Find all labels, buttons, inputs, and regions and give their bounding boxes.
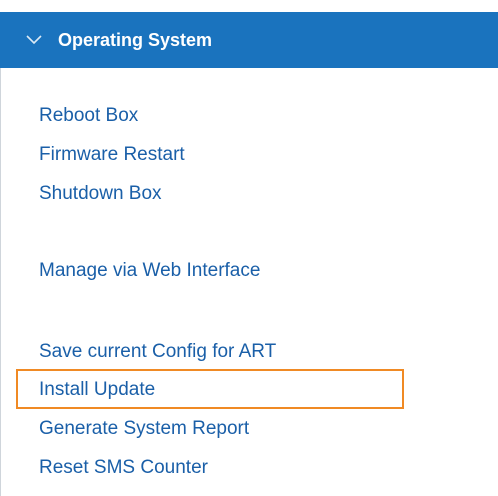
operating-system-menu: Reboot Box Firmware Restart Shutdown Box… [0,68,498,496]
operating-system-panel: Operating System Reboot Box Firmware Res… [0,0,498,496]
menu-item-save-config-art[interactable]: Save current Config for ART [39,341,276,363]
menu-item-manage-web-interface[interactable]: Manage via Web Interface [39,260,260,282]
section-title: Operating System [58,29,213,50]
menu-item-reboot-box[interactable]: Reboot Box [39,105,138,127]
menu-item-reset-sms-counter[interactable]: Reset SMS Counter [39,457,208,479]
menu-item-firmware-restart[interactable]: Firmware Restart [39,144,185,166]
menu-item-shutdown-box[interactable]: Shutdown Box [39,183,162,205]
menu-item-generate-system-report[interactable]: Generate System Report [39,418,249,440]
section-header-operating-system[interactable]: Operating System [0,12,498,68]
menu-item-install-update[interactable]: Install Update [39,379,155,401]
chevron-down-icon [24,30,44,50]
